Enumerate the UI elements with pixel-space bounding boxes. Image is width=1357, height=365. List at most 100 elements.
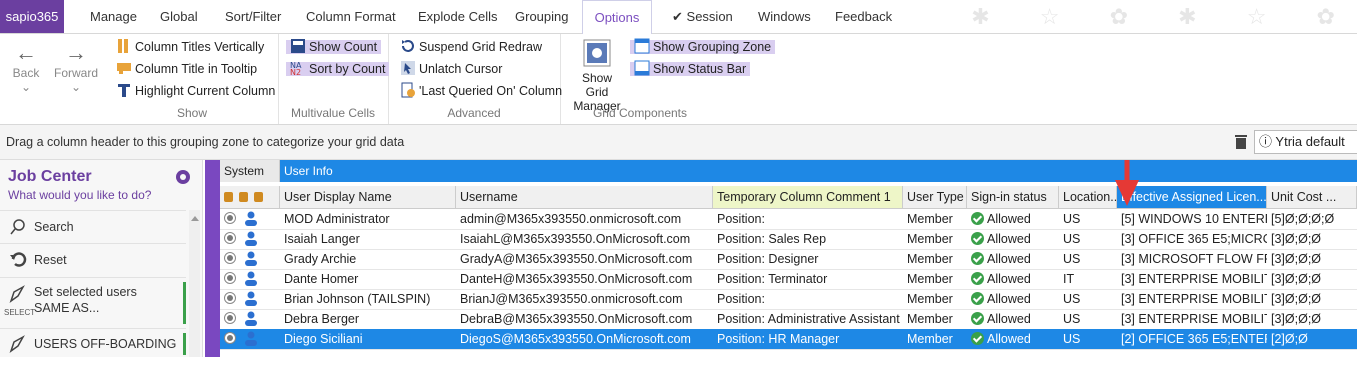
cell-comment[interactable]: Position: Sales Rep — [713, 229, 903, 249]
column-title-tooltip-button[interactable]: Column Title in Tooltip — [116, 59, 257, 79]
cell-unit-cost[interactable]: [3]Ø;Ø;Ø — [1267, 229, 1357, 249]
cell-display-name[interactable]: Diego Siciliani — [280, 329, 456, 349]
cell-comment[interactable]: Position: Terminator — [713, 269, 903, 289]
cell-signin[interactable]: Allowed — [967, 329, 1059, 349]
lock-columns-header[interactable] — [220, 186, 280, 208]
col-header-comment[interactable]: Temporary Column Comment 1 — [713, 186, 903, 208]
unlatch-cursor-button[interactable]: Unlatch Cursor — [400, 59, 502, 79]
job-center-scrollbar[interactable] — [189, 210, 200, 357]
col-header-location[interactable]: Location... — [1059, 186, 1117, 208]
cell-username[interactable]: DiegoS@M365x393550.OnMicrosoft.com — [456, 329, 713, 349]
cell-display-name[interactable]: Isaiah Langer — [280, 229, 456, 249]
tab-windows[interactable]: Windows — [758, 0, 811, 33]
col-header-display-name[interactable]: User Display Name — [280, 186, 456, 208]
cell-licenses[interactable]: [3] MICROSOFT FLOW FREE; — [1117, 249, 1267, 269]
cell-unit-cost[interactable]: [3]Ø;Ø;Ø — [1267, 249, 1357, 269]
table-row[interactable]: Isaiah Langer IsaiahL@M365x393550.OnMicro… — [220, 229, 1357, 250]
cell-location[interactable]: US — [1059, 209, 1117, 229]
gear-icon[interactable] — [174, 168, 192, 186]
cell-display-name[interactable]: Grady Archie — [280, 249, 456, 269]
row-radio-icon[interactable] — [224, 332, 236, 344]
row-radio-icon[interactable] — [224, 232, 236, 244]
job-item-search[interactable]: Search — [0, 210, 186, 243]
cell-unit-cost[interactable]: [3]Ø;Ø;Ø — [1267, 289, 1357, 309]
job-item-users-offboarding[interactable]: USERS OFF-BOARDING — [0, 328, 186, 359]
view-selector[interactable]: ⓘ Ytria default — [1254, 130, 1357, 154]
show-grouping-zone-button[interactable]: Show Grouping Zone — [630, 37, 776, 57]
cell-location[interactable]: IT — [1059, 269, 1117, 289]
back-button[interactable]: ← Back ⌄ — [6, 40, 46, 94]
col-header-unit-cost[interactable]: Unit Cost ... — [1267, 186, 1357, 208]
table-row[interactable]: MOD Administrator admin@M365x393550.onmic… — [220, 209, 1357, 230]
cell-licenses[interactable]: [3] ENTERPRISE MOBILITY + — [1117, 269, 1267, 289]
cell-username[interactable]: GradyA@M365x393550.OnMicrosoft.com — [456, 249, 713, 269]
table-row[interactable]: Dante Homer DanteH@M365x393550.OnMicrosof… — [220, 269, 1357, 290]
table-row[interactable]: Diego Siciliani DiegoS@M365x393550.OnMicr… — [220, 329, 1357, 350]
cell-username[interactable]: IsaiahL@M365x393550.OnMicrosoft.com — [456, 229, 713, 249]
trash-icon[interactable] — [1234, 134, 1248, 150]
row-radio-icon[interactable] — [224, 292, 236, 304]
cell-display-name[interactable]: Brian Johnson (TAILSPIN) — [280, 289, 456, 309]
cell-signin[interactable]: Allowed — [967, 309, 1059, 329]
group-header-user-info[interactable]: User Info — [280, 160, 1357, 182]
cell-display-name[interactable]: MOD Administrator — [280, 209, 456, 229]
tab-session[interactable]: ✔ Session — [672, 0, 733, 33]
group-header-system[interactable]: System — [220, 160, 280, 182]
row-radio-icon[interactable] — [224, 272, 236, 284]
table-row[interactable]: Debra Berger DebraB@M365x393550.OnMicroso… — [220, 309, 1357, 330]
cell-licenses[interactable]: [3] OFFICE 365 E5;MICROSC — [1117, 229, 1267, 249]
cell-user-type[interactable]: Member — [903, 209, 967, 229]
cell-signin[interactable]: Allowed — [967, 229, 1059, 249]
row-radio-icon[interactable] — [224, 252, 236, 264]
cell-location[interactable]: US — [1059, 289, 1117, 309]
cell-location[interactable]: US — [1059, 329, 1117, 349]
tab-feedback[interactable]: Feedback — [835, 0, 892, 33]
cell-user-type[interactable]: Member — [903, 269, 967, 289]
row-selector-strip[interactable] — [205, 160, 220, 357]
cell-licenses[interactable]: [2] OFFICE 365 E5;ENTERPRI — [1117, 329, 1267, 349]
cell-unit-cost[interactable]: [3]Ø;Ø;Ø — [1267, 309, 1357, 329]
suspend-grid-redraw-button[interactable]: Suspend Grid Redraw — [400, 37, 542, 57]
tab-explode-cells[interactable]: Explode Cells — [418, 0, 498, 33]
app-brand-tab[interactable]: sapio365 — [0, 0, 64, 33]
cell-user-type[interactable]: Member — [903, 249, 967, 269]
cell-user-type[interactable]: Member — [903, 289, 967, 309]
cell-comment[interactable]: Position: — [713, 289, 903, 309]
tab-grouping[interactable]: Grouping — [515, 0, 568, 33]
last-queried-column-button[interactable]: 'Last Queried On' Column — [400, 81, 562, 101]
job-item-reset[interactable]: Reset — [0, 243, 186, 277]
table-row[interactable]: Brian Johnson (TAILSPIN) BrianJ@M365x3935… — [220, 289, 1357, 310]
cell-unit-cost[interactable]: [5]Ø;Ø;Ø;Ø — [1267, 209, 1357, 229]
forward-button[interactable]: → Forward ⌄ — [50, 40, 102, 94]
cell-location[interactable]: US — [1059, 229, 1117, 249]
grouping-zone[interactable]: Drag a column header to this grouping zo… — [0, 125, 1357, 160]
column-titles-vertically-button[interactable]: Column Titles Vertically — [116, 37, 264, 57]
cell-comment[interactable]: Position: Designer — [713, 249, 903, 269]
cell-licenses[interactable]: [5] WINDOWS 10 ENTERPRI — [1117, 209, 1267, 229]
cell-unit-cost[interactable]: [2]Ø;Ø — [1267, 329, 1357, 349]
tab-options[interactable]: Options — [582, 0, 652, 35]
cell-comment[interactable]: Position: — [713, 209, 903, 229]
cell-username[interactable]: DebraB@M365x393550.OnMicrosoft.com — [456, 309, 713, 329]
cell-comment[interactable]: Position: HR Manager — [713, 329, 903, 349]
cell-unit-cost[interactable]: [3]Ø;Ø;Ø — [1267, 269, 1357, 289]
cell-signin[interactable]: Allowed — [967, 289, 1059, 309]
col-header-username[interactable]: Username — [456, 186, 713, 208]
cell-display-name[interactable]: Dante Homer — [280, 269, 456, 289]
sort-by-count-button[interactable]: NA N2 Sort by Count — [286, 59, 390, 79]
highlight-current-column-button[interactable]: Highlight Current Column — [116, 81, 275, 101]
tab-global[interactable]: Global — [160, 0, 198, 33]
scroll-up-icon[interactable] — [191, 216, 199, 221]
table-row[interactable]: Grady Archie GradyA@M365x393550.OnMicroso… — [220, 249, 1357, 270]
show-count-button[interactable]: Show Count — [286, 37, 382, 57]
row-radio-icon[interactable] — [224, 312, 236, 324]
cell-location[interactable]: US — [1059, 309, 1117, 329]
job-item-set-same-as[interactable]: SELECT Set selected users SAME AS... — [0, 277, 186, 328]
cell-licenses[interactable]: [3] ENTERPRISE MOBILITY + — [1117, 289, 1267, 309]
cell-signin[interactable]: Allowed — [967, 209, 1059, 229]
show-status-bar-button[interactable]: Show Status Bar — [630, 59, 751, 79]
cell-licenses[interactable]: [3] ENTERPRISE MOBILITY + — [1117, 309, 1267, 329]
row-radio-icon[interactable] — [224, 212, 236, 224]
cell-signin[interactable]: Allowed — [967, 249, 1059, 269]
cell-user-type[interactable]: Member — [903, 329, 967, 349]
